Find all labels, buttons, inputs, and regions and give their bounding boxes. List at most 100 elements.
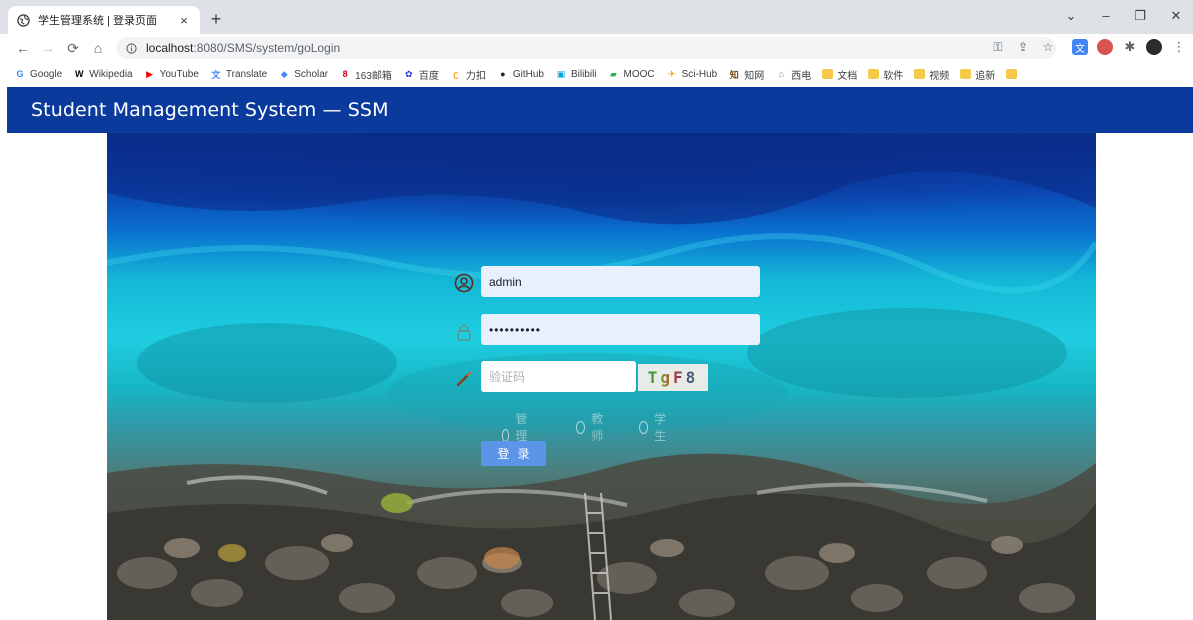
bookmark-item[interactable]: W Wikipedia — [73, 68, 133, 80]
bookmark-label: Sci-Hub — [681, 68, 718, 80]
bookmark-item[interactable]: ⌂ 西电 — [775, 67, 811, 82]
browser-tabstrip: 学生管理系统 | 登录页面 × + ⌄ – ❐ ✕ — [0, 0, 1193, 34]
zhihu-icon: 知 — [729, 69, 739, 80]
login-button[interactable]: 登录 — [481, 441, 546, 466]
app-brand: Student Management System — SSM — [31, 99, 389, 121]
share-icon[interactable]: ⇪ — [1015, 39, 1031, 55]
bookmark-item[interactable]: 文档 — [822, 67, 857, 82]
close-tab-icon[interactable]: × — [176, 13, 192, 28]
extension-icon[interactable] — [1097, 39, 1113, 55]
bilibili-icon: ▣ — [556, 68, 566, 79]
bookmark-item[interactable]: 8 163邮箱 — [339, 67, 392, 82]
folder-icon — [960, 69, 972, 79]
role-label-student: 学生 — [654, 412, 667, 443]
globe-icon — [16, 13, 30, 27]
captcha-input[interactable] — [481, 361, 636, 392]
bookmark-item[interactable]: 文 Translate — [210, 68, 267, 80]
role-radio-student[interactable]: 学生 — [639, 410, 670, 444]
browser-toolbar: ← → ⟳ ⌂ localhost:8080/SMS/system/goLogi… — [0, 34, 1193, 62]
role-radio-teacher[interactable]: 教师 — [576, 410, 607, 444]
bookmark-item[interactable]: 软件 — [868, 67, 903, 82]
info-icon[interactable] — [124, 41, 138, 55]
bookmark-label: 百度 — [418, 70, 439, 82]
browser-tab[interactable]: 学生管理系统 | 登录页面 × — [8, 6, 200, 34]
scihub-icon: ✈ — [667, 68, 676, 79]
bookmark-item[interactable]: G Google — [14, 68, 62, 80]
key-icon[interactable]: ⚿ — [990, 39, 1006, 55]
baidu-icon: ✿ — [405, 68, 413, 79]
menu-kebab-icon[interactable]: ⋮ — [1171, 39, 1187, 55]
bookmark-item[interactable]: ▶ YouTube — [144, 68, 199, 80]
username-input[interactable] — [481, 266, 760, 297]
avatar[interactable] — [1146, 39, 1162, 55]
url-host: localhost — [146, 41, 194, 55]
radio-circle[interactable] — [576, 420, 586, 434]
back-icon[interactable]: ← — [14, 39, 32, 57]
bookmarks-bar: G Google W Wikipedia ▶ YouTube 文 Translate ◆ Scho… — [0, 62, 1193, 86]
bookmark-label: Wikipedia — [89, 68, 133, 80]
github-icon: ● — [500, 69, 506, 79]
bookmark-item[interactable]: ◆ Scholar — [278, 68, 328, 80]
role-label-teacher: 教师 — [591, 412, 604, 443]
bookmark-item[interactable]: ✿ 百度 — [403, 67, 439, 82]
window-close-icon[interactable]: ✕ — [1165, 8, 1187, 24]
folder-icon — [1006, 69, 1018, 79]
bookmark-label: Bilibili — [570, 68, 597, 80]
bookmark-label: 西电 — [791, 70, 812, 82]
bookmark-item[interactable] — [1006, 69, 1021, 79]
puzzle-icon[interactable]: ✱ — [1122, 39, 1138, 55]
password-input[interactable] — [481, 314, 760, 345]
reload-icon[interactable]: ⟳ — [64, 39, 82, 57]
wikipedia-icon: W — [75, 69, 84, 79]
bookmark-label: 163邮箱 — [355, 70, 392, 82]
youtube-icon: ▶ — [146, 68, 154, 79]
bookmark-label: 软件 — [883, 70, 904, 82]
bookmark-item[interactable]: ✈ Sci-Hub — [666, 68, 718, 80]
bookmark-label: 追新 — [975, 70, 996, 82]
mooc-icon: ▰ — [610, 68, 617, 79]
tab-title: 学生管理系统 | 登录页面 — [38, 15, 157, 27]
bookmark-label: YouTube — [159, 68, 199, 80]
user-icon — [454, 273, 474, 293]
bookmark-label: MOOC — [623, 68, 655, 80]
bookmark-label: 文档 — [837, 70, 858, 82]
address-bar[interactable]: localhost:8080/SMS/system/goLogin — [116, 37, 1056, 59]
minimize-icon[interactable]: – — [1095, 8, 1117, 23]
translate-extension-icon[interactable]: 文 — [1072, 39, 1088, 55]
home-icon[interactable]: ⌂ — [89, 39, 107, 57]
google-icon: G — [16, 69, 24, 79]
bookmark-star-icon[interactable]: ☆ — [1040, 39, 1056, 55]
bookmark-label: GitHub — [512, 68, 544, 80]
captcha-text: TgF8 — [647, 368, 699, 387]
new-tab-button[interactable]: + — [206, 9, 226, 29]
radio-circle[interactable] — [639, 420, 649, 434]
bookmark-item[interactable]: 知知网 — [728, 67, 765, 82]
forward-icon[interactable]: → — [39, 39, 57, 57]
folder-icon — [868, 69, 880, 79]
scholar-icon: ◆ — [280, 68, 288, 79]
pencil-icon — [454, 369, 474, 389]
bookmark-item[interactable]: ● GitHub — [497, 68, 544, 80]
app-header: Student Management System — SSM — [7, 87, 1193, 133]
url-path: :8080/SMS/system/goLogin — [193, 41, 341, 55]
tab-search-icon[interactable]: ⌄ — [1060, 8, 1082, 24]
bookmark-label: Scholar — [294, 68, 329, 80]
xidian-icon: ⌂ — [778, 69, 784, 79]
bookmark-label: Google — [30, 68, 63, 80]
bookmark-label: 知网 — [744, 70, 765, 82]
bookmark-label: 力扣 — [465, 70, 486, 82]
bookmark-item[interactable]: ▰ MOOC — [608, 68, 655, 80]
bookmark-item[interactable]: 追新 — [960, 67, 995, 82]
folder-icon — [822, 69, 834, 79]
bookmark-item[interactable]: ʗ 力扣 — [450, 67, 486, 82]
translate-icon: 文 — [211, 69, 221, 80]
leetcode-icon: ʗ — [453, 69, 459, 79]
bookmark-item[interactable]: 视频 — [914, 67, 949, 82]
captcha-image[interactable]: TgF8 — [638, 364, 708, 391]
folder-icon — [914, 69, 926, 79]
bookmark-label: Translate — [225, 68, 268, 80]
163-mail-icon: 8 — [342, 69, 348, 79]
bookmark-item[interactable]: ▣ Bilibili — [555, 68, 597, 80]
maximize-icon[interactable]: ❐ — [1129, 8, 1151, 24]
lock-icon — [454, 322, 474, 342]
